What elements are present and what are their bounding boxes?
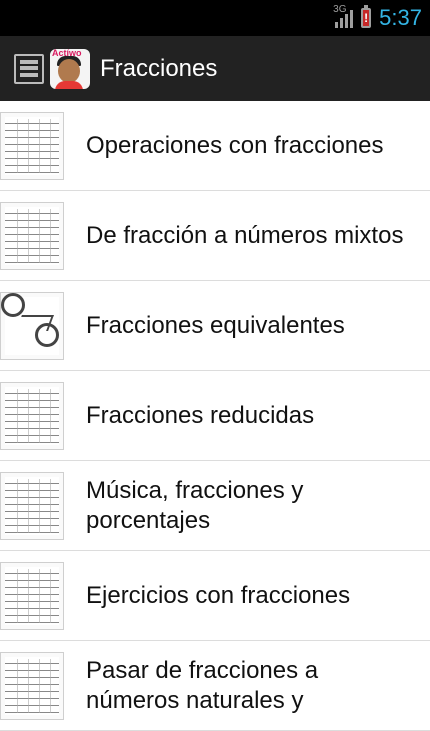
signal-icon: 3G (333, 4, 354, 28)
list-item-label: Operaciones con fracciones (86, 131, 384, 159)
status-time: 5:37 (379, 5, 422, 30)
list-item-label: De fracción a números mixtos (86, 221, 404, 249)
worksheet-thumbnail-icon (0, 201, 64, 270)
worksheet-list: Operaciones con fracciones De fracción a… (0, 101, 430, 731)
table-thumbnail-icon (0, 381, 64, 450)
list-item[interactable]: Operaciones con fracciones (0, 101, 430, 191)
list-item-label: Fracciones equivalentes (86, 311, 345, 339)
list-item-label: Pasar de fracciones a números naturales … (86, 656, 319, 714)
list-item-label: Música, fracciones y porcentajes (86, 476, 304, 534)
network-type: 3G (333, 4, 347, 15)
worksheet-thumbnail-icon (0, 561, 64, 630)
list-item[interactable]: Ejercicios con fracciones (0, 551, 430, 641)
battery-alert-icon: ! (363, 10, 370, 26)
list-item[interactable]: Música, fracciones y porcentajes (0, 461, 430, 551)
list-item-label: Fracciones reducidas (86, 401, 315, 429)
list-item[interactable]: Pasar de fracciones a números naturales … (0, 641, 430, 731)
list-item-label: Ejercicios con fracciones (86, 581, 351, 609)
worksheet-thumbnail-icon (0, 111, 64, 180)
page-title: Fracciones (100, 54, 218, 82)
battery-icon: ! (361, 5, 372, 28)
list-item[interactable]: Fracciones reducidas (0, 371, 430, 461)
worksheet-thumbnail-icon (0, 651, 64, 720)
action-bar: Actíwo Fracciones (0, 36, 430, 101)
status-bar: 3G ! 5:37 (0, 0, 430, 36)
menu-icon[interactable] (14, 53, 44, 84)
app-logo-icon[interactable]: Actíwo (50, 48, 90, 89)
list-item[interactable]: De fracción a números mixtos (0, 191, 430, 281)
bicycle-thumbnail-icon (0, 291, 64, 360)
worksheet-thumbnail-icon (0, 471, 64, 540)
list-item[interactable]: Fracciones equivalentes (0, 281, 430, 371)
